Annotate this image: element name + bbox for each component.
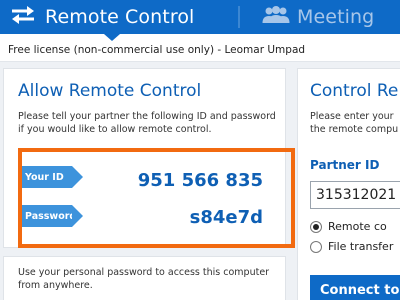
password-tag: Password <box>18 205 83 227</box>
panel-description: Please enter your the remote compu <box>310 111 400 136</box>
panel-title: Allow Remote Control <box>18 81 202 101</box>
partner-id-input[interactable]: 315312021 <box>310 181 400 209</box>
remote-control-option[interactable]: Remote co <box>310 220 387 233</box>
connect-button[interactable]: Connect to p <box>310 275 400 300</box>
arrows-icon <box>10 6 36 28</box>
panel-description: Use your personal password to access thi… <box>18 267 270 291</box>
password-value[interactable]: s84e7d <box>190 207 263 228</box>
panel-description: Please tell your partner the following I… <box>18 111 276 135</box>
radio-button[interactable] <box>310 240 322 253</box>
your-id-value[interactable]: 951 566 835 <box>138 170 263 191</box>
active-tab-indicator <box>104 34 120 41</box>
description-line: Please enter your <box>310 111 394 122</box>
personal-password-panel: Use your personal password to access thi… <box>3 256 286 300</box>
your-id-tag: Your ID <box>18 166 83 188</box>
license-text: Free license (non-commercial use only) -… <box>8 44 306 56</box>
description-line: the remote compu <box>310 123 399 135</box>
tab-label: Meeting <box>297 6 375 28</box>
file-transfer-option[interactable]: File transfer <box>310 240 393 253</box>
partner-id-label: Partner ID <box>310 158 380 172</box>
tab-meeting[interactable]: Meeting <box>262 0 374 34</box>
option-label: File transfer <box>328 240 394 253</box>
tab-separator <box>238 6 240 28</box>
header-bar: Remote Control Meeting <box>0 0 400 34</box>
option-label: Remote co <box>328 220 387 233</box>
panel-title: Control Re <box>310 81 399 101</box>
tab-remote-control[interactable]: Remote Control <box>10 0 194 34</box>
tab-label: Remote Control <box>45 6 195 28</box>
teamviewer-window: Remote Control Meeting Free license (non… <box>0 0 400 300</box>
radio-button-selected[interactable] <box>310 220 322 233</box>
people-icon <box>262 6 290 28</box>
control-remote-panel: Control Re Please enter your the remote … <box>297 68 400 300</box>
license-bar: Free license (non-commercial use only) -… <box>0 34 400 62</box>
